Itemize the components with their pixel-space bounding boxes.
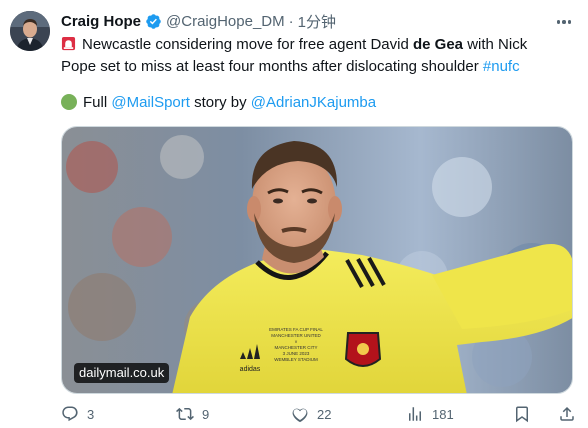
reply-icon	[62, 406, 78, 422]
text-segment: Pope set to miss at least four months af…	[61, 58, 483, 75]
tweet-line-3: Full @MailSport story by @AdrianJKajumba	[61, 92, 581, 114]
action-bar: 3 9 22 181	[61, 404, 588, 428]
share-icon	[560, 406, 574, 421]
green-circle-emoji-icon	[61, 94, 77, 110]
timestamp[interactable]: 1分钟	[298, 11, 336, 32]
shirt-print-line: EMIRATES FA CUP FINAL	[269, 327, 323, 332]
siren-emoji-icon	[61, 36, 76, 51]
retweet-icon	[176, 407, 194, 421]
mention-link-mailsport[interactable]: @MailSport	[111, 94, 190, 111]
shirt-print-line: MANCHESTER CITY	[274, 345, 317, 350]
verified-badge-icon[interactable]	[145, 13, 162, 30]
bookmark-icon	[516, 406, 528, 423]
author-name[interactable]: Craig Hope	[61, 13, 141, 30]
hashtag-link[interactable]: #nufc	[483, 58, 520, 75]
text-segment: Newcastle considering move for free agen…	[82, 36, 413, 53]
author-avatar[interactable]	[10, 11, 50, 51]
like-count: 22	[317, 406, 332, 422]
tweet-media-image[interactable]: adidas EMIRATES FA CUP FINAL MANCHESTER …	[61, 126, 573, 394]
retweet-count: 9	[202, 406, 210, 422]
author-handle[interactable]: @CraigHope_DM	[166, 13, 285, 30]
heart-icon	[292, 408, 308, 423]
tweet-line-2: Pope set to miss at least four months af…	[61, 56, 581, 78]
separator-dot: ·	[288, 12, 294, 30]
text-segment: story by	[189, 94, 251, 111]
bold-text: de Gea	[413, 36, 464, 53]
retweet-button[interactable]: 9	[176, 404, 209, 424]
kit-brand-text: adidas	[240, 366, 261, 373]
shirt-print-line: MANCHESTER UNITED	[271, 333, 321, 338]
shirt-print-line: WEMBLEY STADIUM	[274, 357, 318, 362]
reply-button[interactable]: 3	[61, 404, 94, 424]
like-button[interactable]: 22	[291, 404, 331, 424]
tweet-header: Craig Hope @CraigHope_DM · 1分钟	[61, 10, 548, 32]
views-button[interactable]: 181	[406, 404, 454, 424]
tweet-text: Newcastle considering move for free agen…	[61, 34, 581, 114]
bookmark-button[interactable]	[513, 404, 531, 424]
shirt-print-line: 3 JUNE 2023	[283, 351, 310, 356]
reply-count: 3	[87, 406, 95, 422]
text-segment: with Nick	[463, 36, 528, 53]
views-chart-icon	[409, 407, 421, 421]
share-button[interactable]	[558, 404, 576, 424]
mention-link-author[interactable]: @AdrianJKajumba	[251, 94, 376, 111]
text-segment: Full	[83, 94, 112, 111]
tweet-line-1: Newcastle considering move for free agen…	[61, 34, 581, 56]
views-count: 181	[432, 406, 454, 422]
more-options-icon[interactable]	[554, 12, 574, 32]
source-label[interactable]: dailymail.co.uk	[74, 363, 170, 383]
